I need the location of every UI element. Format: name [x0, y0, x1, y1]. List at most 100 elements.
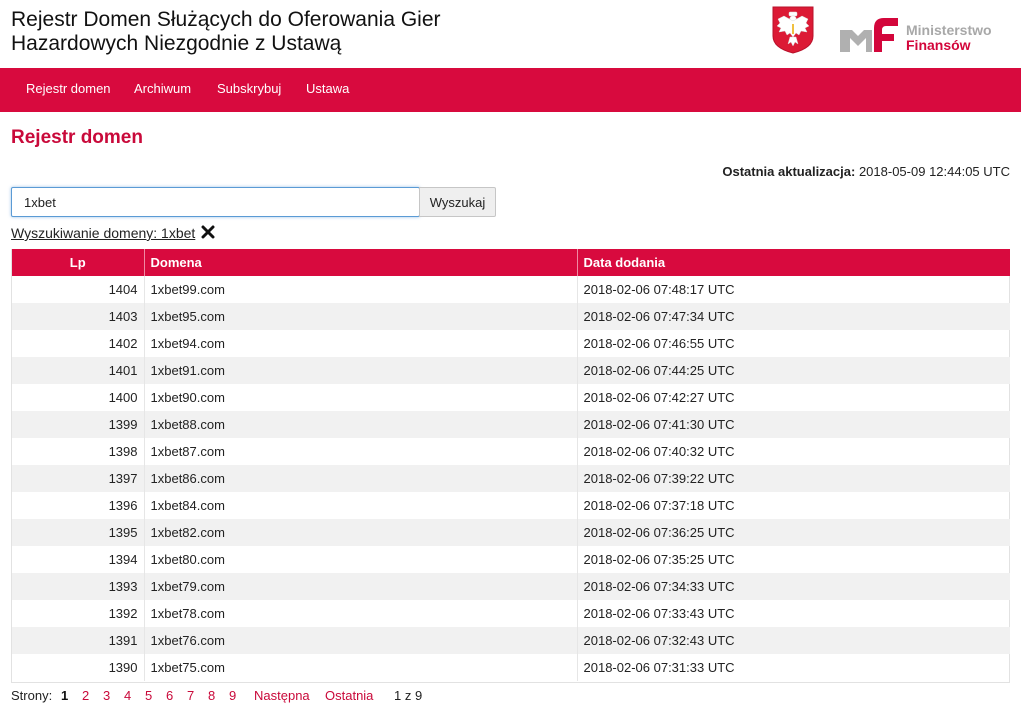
cell-domain: 1xbet84.com [144, 492, 578, 519]
cell-date: 2018-02-06 07:44:25 UTC [577, 357, 1010, 384]
nav-item-ustawa[interactable]: Ustawa [306, 68, 349, 112]
cell-lp: 1404 [12, 276, 145, 303]
last-update-value: 2018-05-09 12:44:05 UTC [858, 164, 1010, 179]
table-row: 1401 1xbet91.com 2018-02-06 07:44:25 UTC [12, 357, 1010, 384]
pagination-page-2[interactable]: 2 [82, 688, 89, 703]
table-row: 1400 1xbet90.com 2018-02-06 07:42:27 UTC [12, 384, 1010, 411]
nav-item-archiwum[interactable]: Archiwum [134, 68, 191, 112]
pagination-summary: 1 z 9 [394, 688, 423, 703]
site-title-line1: Rejestr Domen Służących do Oferowania Gi… [11, 8, 441, 31]
cell-lp: 1392 [12, 600, 145, 627]
cell-lp: 1400 [12, 384, 145, 411]
main-nav: Rejestr domen Archiwum Subskrybuj Ustawa [0, 68, 1021, 112]
site-title-line2: Hazardowych Niezgodnie z Ustawą [11, 32, 342, 55]
cell-date: 2018-02-06 07:40:32 UTC [583, 444, 735, 459]
table-row: 1404 1xbet99.com 2018-02-06 07:48:17 UTC [12, 276, 1010, 303]
search-filter-text[interactable]: Wyszukiwanie domeny: 1xbet [11, 225, 195, 241]
cell-domain: 1xbet86.com [144, 465, 578, 492]
pagination-page-3[interactable]: 3 [103, 688, 110, 703]
table-row: 1394 1xbet80.com 2018-02-06 07:35:25 UTC [12, 546, 1010, 573]
pagination-page-8[interactable]: 8 [208, 688, 215, 703]
pagination-current-page: 1 [61, 688, 69, 703]
pagination-page-5[interactable]: 5 [145, 688, 152, 703]
cell-lp: 1399 [12, 411, 145, 438]
page-title: Rejestr domen [11, 127, 143, 148]
table-row: 1399 1xbet88.com 2018-02-06 07:41:30 UTC [12, 411, 1010, 438]
table-row: 1403 1xbet95.com 2018-02-06 07:47:34 UTC [12, 303, 1010, 330]
cell-date: 2018-02-06 07:47:34 UTC [577, 303, 1010, 330]
table-row: 1393 1xbet79.com 2018-02-06 07:34:33 UTC [12, 573, 1010, 600]
column-header-lp[interactable]: Lp [12, 249, 145, 276]
cell-domain: 1xbet95.com [144, 303, 578, 330]
cell-domain: 1xbet91.com [144, 357, 578, 384]
cell-domain: 1xbet87.com [144, 438, 578, 465]
cell-date: 2018-02-06 07:46:55 UTC [583, 336, 735, 351]
cell-date: 2018-02-06 07:39:22 UTC [577, 465, 1010, 492]
cell-domain: 1xbet79.com [144, 573, 578, 600]
domains-table: Lp Domena Data dodania 1404 1xbet99.com 20… [12, 249, 1010, 681]
pagination-label: Strony: [11, 688, 53, 703]
pagination-page-6[interactable]: 6 [166, 688, 173, 703]
cell-lp: 1395 [12, 519, 145, 546]
cell-lp: 1391 [12, 627, 145, 654]
pagination-last[interactable]: Ostatnia [325, 688, 373, 703]
cell-domain: 1xbet76.com [144, 627, 578, 654]
cell-date: 2018-02-06 07:48:17 UTC [583, 282, 735, 297]
cell-date: 2018-02-06 07:33:43 UTC [583, 606, 735, 621]
table-row: 1391 1xbet76.com 2018-02-06 07:32:43 UTC [12, 627, 1010, 654]
cell-lp: 1393 [12, 573, 145, 600]
table-row: 1392 1xbet78.com 2018-02-06 07:33:43 UTC [12, 600, 1010, 627]
cell-lp: 1401 [12, 357, 145, 384]
cell-domain: 1xbet94.com [144, 330, 578, 357]
pagination-next[interactable]: Następna [254, 688, 310, 703]
nav-item-subskrybuj[interactable]: Subskrybuj [217, 68, 281, 112]
pagination-page-4[interactable]: 4 [124, 688, 131, 703]
pagination-page-9[interactable]: 9 [229, 688, 236, 703]
table-row: 1402 1xbet94.com 2018-02-06 07:46:55 UTC [12, 330, 1010, 357]
cell-lp: 1396 [12, 492, 145, 519]
cell-domain: 1xbet78.com [144, 600, 578, 627]
column-header-domena[interactable]: Domena [144, 249, 578, 276]
cell-lp: 1394 [12, 546, 145, 573]
polish-eagle-emblem-icon [772, 6, 814, 54]
ministry-line2: Finansów [906, 37, 971, 53]
table-row: 1398 1xbet87.com 2018-02-06 07:40:32 UTC [12, 438, 1010, 465]
ministry-line1: Ministerstwo [906, 22, 992, 38]
table-row: 1396 1xbet84.com 2018-02-06 07:37:18 UTC [12, 492, 1010, 519]
column-header-data-dodania[interactable]: Data dodania [577, 249, 1010, 276]
cell-domain: 1xbet99.com [144, 276, 578, 303]
cell-lp: 1397 [12, 465, 145, 492]
cell-domain: 1xbet88.com [144, 411, 578, 438]
cell-date: 2018-02-06 07:31:33 UTC [583, 660, 735, 675]
nav-item-rejestr-domen[interactable]: Rejestr domen [26, 68, 111, 112]
table-body: 1404 1xbet99.com 2018-02-06 07:48:17 UTC 14… [12, 276, 1010, 681]
cell-domain: 1xbet75.com [144, 654, 578, 681]
table-header-row: Lp Domena Data dodania [12, 249, 1010, 276]
site-header: Rejestr Domen Służących do Oferowania Gi… [0, 0, 1021, 68]
site-title: Rejestr Domen Służących do Oferowania Gi… [11, 8, 491, 56]
ministry-name: Ministerstwo Finansów [906, 23, 992, 53]
cell-domain: 1xbet80.com [144, 546, 578, 573]
cell-domain: 1xbet90.com [144, 384, 578, 411]
cell-date: 2018-02-06 07:41:30 UTC [577, 411, 1010, 438]
table-row: 1390 1xbet75.com 2018-02-06 07:31:33 UTC [12, 654, 1010, 681]
cell-lp: 1403 [12, 303, 145, 330]
cell-lp: 1402 [12, 330, 145, 357]
search-filter-info: Wyszukiwanie domeny: 1xbet [11, 225, 215, 241]
domains-table-container: Lp Domena Data dodania 1404 1xbet99.com 20… [11, 249, 1010, 683]
table-row: 1395 1xbet82.com 2018-02-06 07:36:25 UTC [12, 519, 1010, 546]
cell-date: 2018-02-06 07:42:27 UTC [583, 390, 735, 405]
search-input[interactable] [11, 187, 420, 217]
last-update: Ostatnia aktualizacja: 2018-05-09 12:44:… [722, 164, 1010, 179]
cell-date: 2018-02-06 07:35:25 UTC [583, 552, 735, 567]
cell-lp: 1398 [12, 438, 145, 465]
close-x-icon[interactable] [201, 225, 215, 239]
cell-date: 2018-02-06 07:34:33 UTC [577, 573, 1010, 600]
cell-date: 2018-02-06 07:37:18 UTC [583, 498, 735, 513]
pagination-page-7[interactable]: 7 [187, 688, 194, 703]
cell-lp: 1390 [12, 654, 145, 681]
search-button[interactable]: Wyszukaj [419, 187, 496, 217]
cell-domain: 1xbet82.com [144, 519, 578, 546]
cell-date: 2018-02-06 07:36:25 UTC [577, 519, 1010, 546]
mf-logo-icon: Ministerstwo Finansów [838, 10, 1008, 56]
